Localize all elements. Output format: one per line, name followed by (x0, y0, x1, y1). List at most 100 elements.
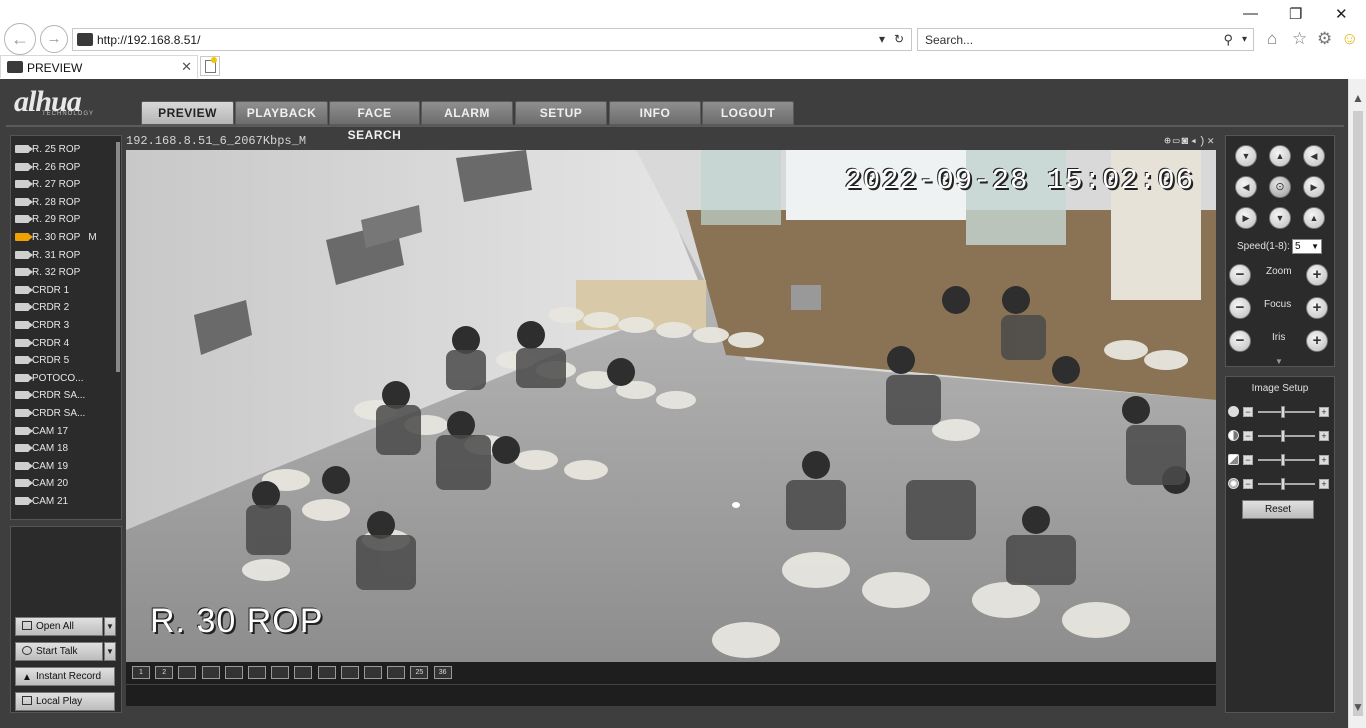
camera-list-item[interactable]: R. 25 ROP (15, 142, 80, 158)
scroll-down-icon[interactable]: ▼ (1352, 700, 1364, 714)
nav-tab-playback[interactable]: PLAYBACK (235, 101, 328, 125)
layout-split-button[interactable] (317, 666, 336, 679)
nav-tab-setup[interactable]: SETUP (515, 101, 607, 125)
camera-list-item[interactable]: R. 31 ROP (15, 248, 80, 264)
camera-list-item[interactable]: R. 30 ROP M (15, 230, 97, 246)
nav-tab-face-search[interactable]: FACE SEARCH (329, 101, 420, 142)
camera-list-item[interactable]: R. 28 ROP (15, 195, 80, 211)
camera-list-item[interactable]: CAM 21 (15, 494, 68, 510)
camera-list-item[interactable]: R. 26 ROP (15, 160, 80, 176)
layout-split-button[interactable] (340, 666, 359, 679)
brightness-decrease-icon[interactable]: − (1243, 407, 1253, 417)
zoom-out-button[interactable]: − (1229, 264, 1251, 286)
local-play-button[interactable]: Local Play (15, 692, 115, 711)
focus-plus-button[interactable]: + (1306, 297, 1328, 319)
scroll-up-icon[interactable]: ▲ (1352, 91, 1364, 105)
saturation-knob[interactable] (1281, 454, 1285, 466)
layout-split-button[interactable]: 25 (410, 666, 429, 679)
layout-split-button[interactable]: 36 (433, 666, 452, 679)
camera-list-scrollbar[interactable] (116, 142, 120, 372)
contrast-increase-icon[interactable]: + (1319, 431, 1329, 441)
hue-knob[interactable] (1281, 478, 1285, 490)
camera-list-item[interactable]: R. 27 ROP (15, 177, 80, 193)
nav-tab-info[interactable]: INFO (609, 101, 701, 125)
focus-minus-button[interactable]: − (1229, 297, 1251, 319)
camera-list-item[interactable]: CRDR 2 (15, 300, 69, 316)
camera-list-item[interactable]: CAM 17 (15, 424, 68, 440)
back-icon[interactable]: ← (4, 23, 36, 55)
start-talk-dropdown-icon[interactable]: ▼ (104, 642, 116, 661)
layout-split-button[interactable] (387, 666, 406, 679)
minimize-icon[interactable]: — (1243, 5, 1258, 22)
ptz-auto-scan-icon[interactable]: ⊙ (1269, 176, 1291, 198)
page-scrollbar[interactable]: ▲ ▼ (1348, 79, 1366, 728)
layout-split-button[interactable]: 1 (132, 666, 150, 679)
ptz-left-icon[interactable]: ◀ (1235, 176, 1257, 198)
layout-split-button[interactable] (178, 666, 197, 679)
search-icon[interactable]: ⚲ (1223, 32, 1233, 48)
contrast-slider[interactable]: − + (1228, 430, 1332, 442)
refresh-icon[interactable]: ↻ (894, 32, 904, 46)
speed-select[interactable]: 5 ▼ (1292, 239, 1322, 254)
brightness-increase-icon[interactable]: + (1319, 407, 1329, 417)
ptz-up-right-icon[interactable]: ◀ (1303, 145, 1325, 167)
ptz-down-left-icon[interactable]: ▶ (1235, 207, 1257, 229)
record-icon[interactable]: ▭ (1173, 136, 1182, 148)
home-icon[interactable]: ⌂ (1267, 29, 1277, 49)
ptz-down-icon[interactable]: ▼ (1269, 207, 1291, 229)
scroll-thumb[interactable] (1353, 111, 1363, 716)
camera-list-item[interactable]: POTOCO... (15, 371, 84, 387)
ptz-collapse-icon[interactable]: ▼ (1275, 357, 1283, 366)
new-tab-icon[interactable] (200, 56, 220, 76)
saturation-slider[interactable]: − + (1228, 454, 1332, 466)
camera-list-item[interactable]: R. 29 ROP (15, 212, 80, 228)
camera-list-item[interactable]: CRDR 3 (15, 318, 69, 334)
camera-list-item[interactable]: CRDR 5 (15, 353, 69, 369)
close-video-icon[interactable]: ✕ (1207, 136, 1216, 148)
contrast-knob[interactable] (1281, 430, 1285, 442)
zoom-in-button[interactable]: + (1306, 264, 1328, 286)
camera-list-item[interactable]: CAM 19 (15, 459, 68, 475)
layout-split-button[interactable] (201, 666, 220, 679)
instant-record-button[interactable]: ▲ Instant Record (15, 667, 115, 686)
audio-icon[interactable]: ◂) (1190, 136, 1207, 148)
open-all-dropdown-icon[interactable]: ▼ (104, 617, 116, 636)
open-all-button[interactable]: Open All (15, 617, 103, 636)
iris-plus-button[interactable]: + (1306, 330, 1328, 352)
snapshot-icon[interactable]: ◙ (1182, 136, 1191, 148)
brightness-slider[interactable]: − + (1228, 406, 1332, 418)
layout-split-button[interactable]: 2 (155, 666, 174, 679)
nav-tab-logout[interactable]: LOGOUT (702, 101, 794, 125)
saturation-increase-icon[interactable]: + (1319, 455, 1329, 465)
hue-increase-icon[interactable]: + (1319, 479, 1329, 489)
layout-split-button[interactable] (248, 666, 266, 679)
reset-button[interactable]: Reset (1242, 500, 1314, 519)
close-window-icon[interactable]: ✕ (1335, 5, 1348, 23)
browser-tab[interactable]: PREVIEW ✕ (0, 55, 198, 78)
nav-tab-alarm[interactable]: ALARM (421, 101, 513, 125)
layout-split-button[interactable] (271, 666, 290, 679)
camera-list-item[interactable]: CAM 20 (15, 476, 68, 492)
smiley-feedback-icon[interactable]: ☺ (1341, 29, 1358, 49)
layout-split-button[interactable] (224, 666, 243, 679)
camera-list-item[interactable]: CRDR 4 (15, 336, 69, 352)
iris-minus-button[interactable]: − (1229, 330, 1251, 352)
hue-slider[interactable]: − + (1228, 478, 1332, 490)
search-dropdown-icon[interactable]: ▾ (1242, 34, 1247, 45)
brightness-knob[interactable] (1281, 406, 1285, 418)
ptz-down-right-icon[interactable]: ▲ (1303, 207, 1325, 229)
digital-zoom-icon[interactable]: ⊕ (1164, 136, 1173, 148)
nav-tab-preview[interactable]: PREVIEW (141, 101, 234, 125)
camera-list-item[interactable]: CRDR SA... (15, 388, 85, 404)
camera-list-item[interactable]: CRDR SA... (15, 406, 85, 422)
favorites-star-icon[interactable]: ☆ (1292, 29, 1307, 49)
camera-video-feed[interactable]: 2022-09-28 15:02:06 R. 30 ROP (126, 150, 1216, 662)
start-talk-button[interactable]: Start Talk (15, 642, 103, 661)
layout-split-button[interactable] (364, 666, 382, 679)
camera-list-item[interactable]: R. 32 ROP (15, 265, 80, 281)
camera-list-item[interactable]: CAM 18 (15, 441, 68, 457)
settings-gear-icon[interactable]: ⚙ (1317, 29, 1332, 49)
layout-split-button[interactable] (294, 666, 313, 679)
contrast-decrease-icon[interactable]: − (1243, 431, 1253, 441)
tab-close-icon[interactable]: ✕ (181, 59, 192, 75)
